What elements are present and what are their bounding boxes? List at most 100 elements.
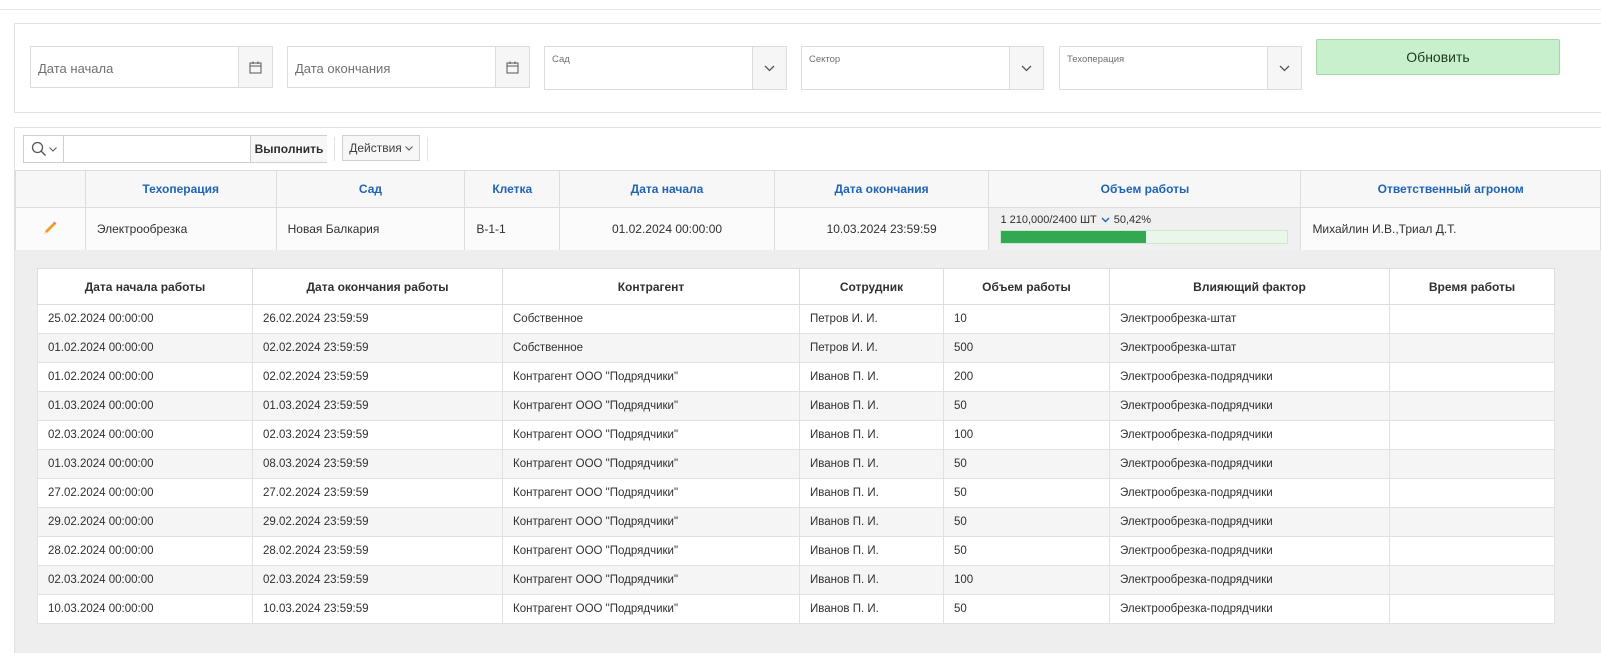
contractor-value: Контрагент ООО "Подрядчики" (502, 565, 800, 595)
contractor-value: Контрагент ООО "Подрядчики" (502, 391, 800, 421)
search-column-button[interactable] (24, 136, 64, 162)
end-value: 02.02.2024 23:59:59 (252, 362, 503, 392)
header-garden[interactable]: Сад (275, 170, 466, 208)
contractor-value: Контрагент ООО "Подрядчики" (502, 362, 800, 392)
start-value: 01.02.2024 00:00:00 (37, 362, 253, 392)
calendar-icon (506, 61, 519, 73)
time-value (1389, 362, 1555, 392)
volume-value: 500 (943, 333, 1110, 363)
start-value: 28.02.2024 00:00:00 (37, 536, 253, 566)
volume-percent-text: 50,42% (1113, 214, 1152, 226)
table-row: 29.02.2024 00:00:00 29.02.2024 23:59:59 Ко… (37, 507, 1555, 537)
start-value: 02.03.2024 00:00:00 (37, 420, 253, 450)
end-value: 26.02.2024 23:59:59 (252, 304, 503, 334)
start-value: 10.03.2024 00:00:00 (37, 594, 253, 624)
garden-dropdown-button[interactable] (752, 47, 786, 89)
end-date-placeholder: Дата окончания (295, 61, 391, 76)
end-value: 27.02.2024 23:59:59 (252, 478, 503, 508)
contractor-value: Контрагент ООО "Подрядчики" (502, 507, 800, 537)
actions-menu-button[interactable]: Действия (342, 135, 420, 161)
detail-header-factor: Влияющий фактор (1109, 268, 1390, 305)
search-icon (31, 141, 46, 156)
employee-value: Иванов П. И. (799, 478, 944, 508)
main-header-row: Техоперация Сад Клетка Дата начала Дата … (15, 170, 1601, 208)
table-row: 28.02.2024 00:00:00 28.02.2024 23:59:59 Ко… (37, 536, 1555, 566)
header-volume[interactable]: Объем работы (988, 170, 1302, 208)
volume-progress-label: 1 210,000/2400 ШТ 50,42% (1000, 212, 1288, 228)
time-value (1389, 507, 1555, 537)
chevron-down-icon[interactable] (1101, 217, 1110, 223)
end-value: 10.03.2024 23:59:59 (252, 594, 503, 624)
techop-label: Техоперация (1067, 54, 1125, 65)
volume-value: 200 (943, 362, 1110, 392)
table-row: 10.03.2024 00:00:00 10.03.2024 23:59:59 Ко… (37, 594, 1555, 624)
time-value (1389, 304, 1555, 334)
start-date-value: 01.02.2024 00:00:00 (559, 207, 775, 251)
detail-header-end: Дата окончания работы (252, 268, 503, 305)
employee-value: Иванов П. И. (799, 362, 944, 392)
time-value (1389, 478, 1555, 508)
pencil-icon[interactable] (42, 220, 58, 236)
agronomist-value: Михайлин И.В.,Триал Д.Т. (1300, 207, 1601, 251)
table-row: 01.03.2024 00:00:00 08.03.2024 23:59:59 Ко… (37, 449, 1555, 479)
start-value: 01.02.2024 00:00:00 (37, 333, 253, 363)
garden-select[interactable]: Сад (544, 46, 787, 90)
header-end-date[interactable]: Дата окончания (773, 170, 990, 208)
factor-value: Электрообрезка-подрядчики (1109, 507, 1390, 537)
end-value: 08.03.2024 23:59:59 (252, 449, 503, 479)
volume-value: 50 (943, 507, 1110, 537)
sector-dropdown-button[interactable] (1009, 47, 1043, 89)
header-start-date[interactable]: Дата начала (559, 170, 775, 208)
header-cell[interactable]: Клетка (464, 170, 561, 208)
detail-header-employee: Сотрудник (799, 268, 944, 305)
actions-label: Действия (349, 141, 402, 155)
employee-value: Иванов П. И. (799, 449, 944, 479)
table-row: 01.02.2024 00:00:00 02.02.2024 23:59:59 Со… (37, 333, 1555, 363)
end-date-calendar-button[interactable] (495, 47, 529, 87)
contractor-value: Контрагент ООО "Подрядчики" (502, 449, 800, 479)
time-value (1389, 594, 1555, 624)
calendar-icon (249, 61, 262, 73)
end-value: 02.02.2024 23:59:59 (252, 333, 503, 363)
detail-header-start: Дата начала работы (37, 268, 253, 305)
header-agronomist[interactable]: Ответственный агроном (1300, 170, 1601, 208)
end-value: 02.03.2024 23:59:59 (252, 565, 503, 595)
volume-progress-cell: 1 210,000/2400 ШТ 50,42% (988, 207, 1302, 251)
start-date-calendar-button[interactable] (238, 47, 272, 87)
start-value: 29.02.2024 00:00:00 (37, 507, 253, 537)
go-button[interactable]: Выполнить (250, 136, 327, 162)
start-date-placeholder: Дата начала (38, 61, 114, 76)
factor-value: Электрообрезка-подрядчики (1109, 449, 1390, 479)
techop-dropdown-button[interactable] (1267, 47, 1301, 89)
search-input[interactable] (65, 136, 249, 162)
main-report-table: Техоперация Сад Клетка Дата начала Дата … (15, 170, 1601, 251)
end-date-value: 10.03.2024 23:59:59 (773, 207, 990, 251)
time-value (1389, 565, 1555, 595)
factor-value: Электрообрезка-подрядчики (1109, 536, 1390, 566)
end-date-field[interactable]: Дата окончания (287, 46, 530, 88)
time-value (1389, 536, 1555, 566)
start-value: 01.03.2024 00:00:00 (37, 449, 253, 479)
volume-value: 10 (943, 304, 1110, 334)
header-techop[interactable]: Техоперация (84, 170, 277, 208)
techop-select[interactable]: Техоперация (1059, 46, 1302, 90)
table-row: 01.03.2024 00:00:00 01.03.2024 23:59:59 Ко… (37, 391, 1555, 421)
employee-value: Иванов П. И. (799, 507, 944, 537)
employee-value: Иванов П. И. (799, 420, 944, 450)
end-value: 28.02.2024 23:59:59 (252, 536, 503, 566)
table-row: 01.02.2024 00:00:00 02.02.2024 23:59:59 Ко… (37, 362, 1555, 392)
end-value: 02.03.2024 23:59:59 (252, 420, 503, 450)
factor-value: Электрообрезка-подрядчики (1109, 565, 1390, 595)
start-date-field[interactable]: Дата начала (30, 46, 273, 88)
employee-value: Иванов П. И. (799, 565, 944, 595)
detail-header-time: Время работы (1389, 268, 1555, 305)
chevron-down-icon (1279, 65, 1290, 71)
garden-label: Сад (552, 54, 570, 65)
sector-select[interactable]: Сектор (801, 46, 1044, 90)
factor-value: Электрообрезка-подрядчики (1109, 594, 1390, 624)
contractor-value: Собственное (502, 304, 800, 334)
chevron-down-icon (764, 65, 775, 71)
factor-value: Электрообрезка-подрядчики (1109, 420, 1390, 450)
refresh-button[interactable]: Обновить (1316, 39, 1560, 75)
employee-value: Иванов П. И. (799, 391, 944, 421)
